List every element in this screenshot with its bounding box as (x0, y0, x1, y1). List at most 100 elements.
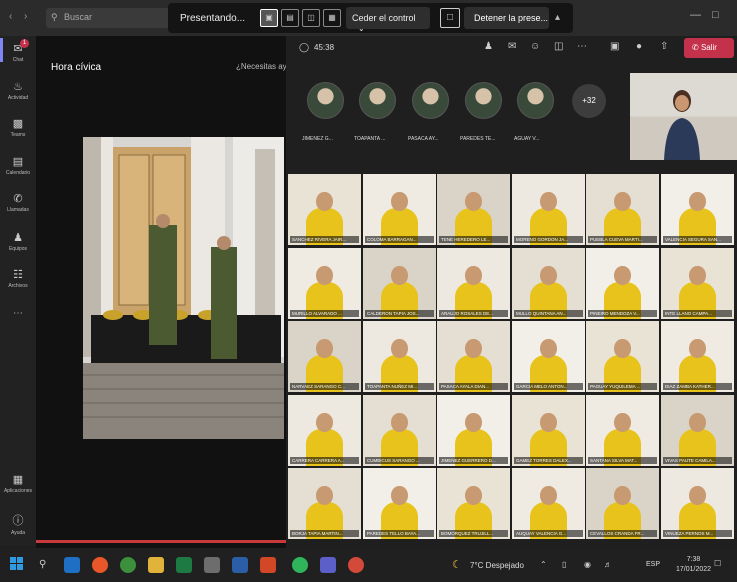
participant-name: JIMENEZ GUERRERO D... (439, 457, 508, 464)
powerpoint-icon[interactable] (260, 557, 276, 573)
camera-icon[interactable]: ▣ (610, 41, 619, 52)
meeting-timer: 45:38 (314, 43, 335, 52)
microphone-icon[interactable]: ● (636, 41, 642, 52)
participant-tile[interactable]: PAREDES TELLO BAYA... (363, 468, 436, 539)
teams-icon[interactable] (320, 557, 336, 573)
excel-icon[interactable] (176, 557, 192, 573)
participant-tile[interactable]: AUQUAY VALENCIA G... (512, 468, 585, 539)
participant-avatar[interactable] (359, 82, 396, 119)
help-link[interactable]: ¿Necesitas ayuda? (236, 62, 286, 71)
minimize-icon[interactable]: — (690, 9, 701, 21)
search-input[interactable]: ⚲ Buscar (46, 8, 171, 28)
participant-name: ARAUJO ROSALES DE... (439, 310, 508, 317)
whatsapp-icon[interactable] (292, 557, 308, 573)
participant-tile[interactable]: PASACA AYALA DIAN... (437, 321, 510, 392)
participant-name: MULLO QUINTANA AN... (514, 310, 583, 317)
rail-item-help[interactable]: ⓘ Ayuda (0, 512, 36, 536)
participant-tile[interactable]: MURILLO ALVARADO ... (288, 248, 361, 319)
participant-tile[interactable]: PAGUAY YUQUILEMA ... (586, 321, 659, 392)
chrome-icon[interactable] (348, 557, 364, 573)
participant-tile[interactable]: CEVALLOS CRANDA FR... (586, 468, 659, 539)
participant-tile[interactable]: MULLO QUINTANA AN... (512, 248, 585, 319)
chat-bubble-icon[interactable]: ✉ (508, 41, 516, 52)
participant-tile[interactable]: SANCHEZ RIVERA JAIR... (288, 174, 361, 245)
participant-tile[interactable]: CALDERON TAPIA JOS... (363, 248, 436, 319)
participant-tile[interactable]: TOAPANTA NUÑEZ MI... (363, 321, 436, 392)
battery-icon[interactable]: ▯ (562, 560, 566, 569)
participant-name: COLOMA BARRAGAN... (365, 236, 434, 243)
more-participants-button[interactable]: +32 (572, 84, 606, 118)
leave-button[interactable]: ✆ Salir (684, 38, 734, 58)
participant-tile[interactable]: JIMENEZ GUERRERO D... (437, 395, 510, 466)
chevron-right-icon[interactable]: › (24, 11, 27, 22)
participants-icon[interactable]: ♟ (484, 41, 493, 52)
maximize-icon[interactable]: □ (712, 9, 719, 21)
participant-tile[interactable]: GARCIA MELO ANTON... (512, 321, 585, 392)
edge-icon[interactable] (64, 557, 80, 573)
word-icon[interactable] (232, 557, 248, 573)
rooms-icon[interactable]: ◫ (554, 41, 563, 52)
participant-name: PAREDES TE... (460, 136, 496, 142)
participant-tile[interactable]: MORENO GORDON JA... (512, 174, 585, 245)
layout-standout-button[interactable]: ▤ (281, 9, 299, 27)
rail-item-apps[interactable]: ▦ Aplicaciones (0, 473, 36, 494)
reactions-icon[interactable]: ☺ (530, 41, 540, 52)
pin-icon[interactable]: ▴ (555, 12, 560, 23)
rail-item-teams[interactable]: ▩ Teams (0, 117, 36, 138)
participant-tile[interactable]: PINEIRO MENDOZA V... (586, 248, 659, 319)
participant-tile[interactable]: ARAUJO ROSALES DE... (437, 248, 510, 319)
layout-side-by-side-button[interactable]: ◫ (302, 9, 320, 27)
clock-time: 7:38 (686, 556, 701, 563)
participant-tile[interactable]: INTE LLANO CAMPA... (661, 248, 734, 319)
participant-tile[interactable]: BORJA TAPIA MARTIN... (288, 468, 361, 539)
stop-presenting-button[interactable]: Detener la prese... (464, 7, 549, 29)
rail-item-label: Teams (10, 132, 26, 138)
chevron-left-icon[interactable]: ‹ (9, 11, 12, 22)
rail-item-chat[interactable]: ✉ Chat (0, 42, 36, 63)
give-control-dropdown[interactable]: Ceder el control ⌄ (346, 7, 430, 33)
weather-widget[interactable]: 7°C Despejado (470, 561, 524, 570)
participant-tile[interactable]: BOMORQUEZ TRUJILL... (437, 468, 510, 539)
rail-item-activity[interactable]: ♨ Actividad (0, 80, 36, 101)
windows-start-icon[interactable] (10, 557, 24, 571)
language-indicator[interactable]: ESP (646, 561, 660, 568)
more-options-icon[interactable]: ⋯ (577, 41, 587, 52)
participant-avatar[interactable] (517, 82, 554, 119)
app-icon[interactable] (204, 557, 220, 573)
rail-item-calendar[interactable]: ▤ Calendario (0, 155, 36, 176)
notifications-icon[interactable]: ☐ (714, 559, 721, 568)
more-apps-icon[interactable]: ⋯ (0, 308, 36, 319)
participant-tile[interactable]: GAMEZ TORRES DALEX... (512, 395, 585, 466)
participant-avatar[interactable] (307, 82, 344, 119)
shared-photo (83, 137, 284, 439)
participant-tile[interactable]: CARRERA CARRERA A... (288, 395, 361, 466)
clock[interactable]: 7:38 17/01/2022 (676, 555, 711, 575)
search-icon[interactable]: ⚲ (39, 559, 46, 570)
participant-name: CEVALLOS CRANDA FR... (588, 530, 657, 537)
rail-item-files[interactable]: ☷ Archivos (0, 268, 36, 289)
participant-tile[interactable]: NARVAEZ SARANGO C... (288, 321, 361, 392)
participant-tile[interactable]: VALENCIA SEGURA SAN... (661, 174, 734, 245)
participant-tile[interactable]: DIAZ ZAMBA KATHER... (661, 321, 734, 392)
chevron-up-icon[interactable]: ⌃ (540, 560, 547, 569)
rail-item-people[interactable]: ♟ Equipos (0, 231, 36, 252)
file-explorer-icon[interactable] (148, 557, 164, 573)
firefox-icon[interactable] (92, 557, 108, 573)
participant-tile[interactable]: PUEBLA CUEVA MARTI... (586, 174, 659, 245)
layout-content-only-button[interactable]: ▣ (260, 9, 278, 27)
network-icon[interactable]: ◉ (584, 560, 591, 569)
participant-tile[interactable]: COLOMA BARRAGAN... (363, 174, 436, 245)
volume-icon[interactable]: ♬ (604, 560, 612, 569)
layout-reporter-button[interactable]: ▦ (323, 9, 341, 27)
participant-tile[interactable]: SANTANA SILVA MAT... (586, 395, 659, 466)
participant-tile[interactable]: CUMBICUS SARANGO ... (363, 395, 436, 466)
chrome-icon[interactable] (120, 557, 136, 573)
participant-tile[interactable]: TENE HEREDERO LE... (437, 174, 510, 245)
share-tray-icon[interactable]: ⇧ (660, 41, 668, 52)
participant-avatar[interactable] (412, 82, 449, 119)
include-audio-icon[interactable]: □ (440, 8, 460, 28)
rail-item-calls[interactable]: ✆ Llamadas (0, 192, 36, 213)
participant-tile[interactable]: VIVAS PAUTE CAMILA... (661, 395, 734, 466)
participant-avatar[interactable] (465, 82, 502, 119)
participant-tile[interactable]: VINUEZA PERNOS M... (661, 468, 734, 539)
